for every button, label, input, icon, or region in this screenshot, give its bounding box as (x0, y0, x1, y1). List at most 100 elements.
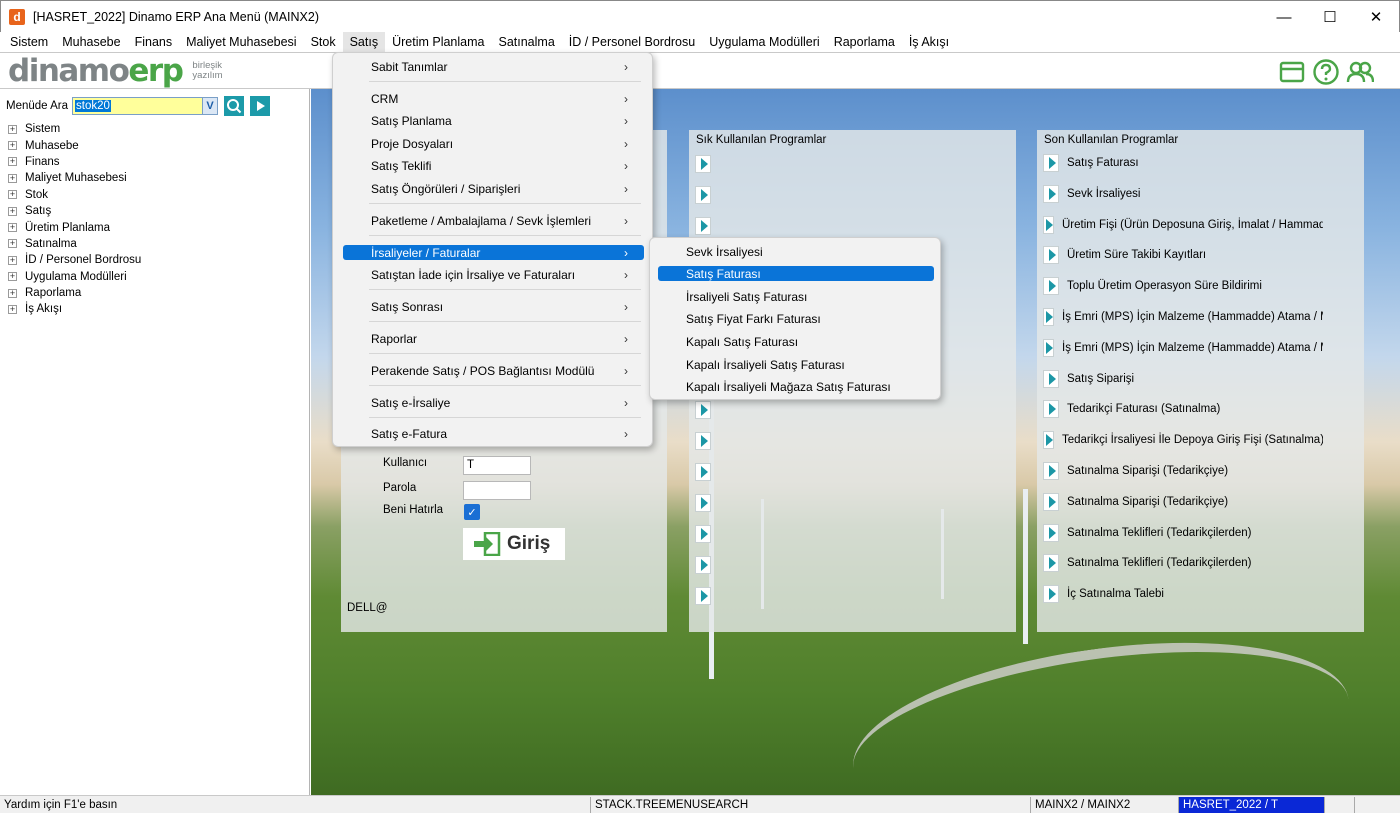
expand-icon[interactable]: + (8, 157, 17, 167)
expand-icon[interactable]: + (8, 124, 17, 134)
chevron-down-icon[interactable]: V (202, 98, 217, 114)
recent-item-button[interactable] (1043, 185, 1059, 203)
recent-item-label[interactable]: Satınalma Siparişi (Tedarikçiye) (1067, 496, 1228, 508)
recent-item-label[interactable]: Üretim Fişi (Ürün Deposuna Giriş, İmalat… (1062, 219, 1323, 231)
recent-item-button[interactable] (1043, 339, 1054, 357)
expand-icon[interactable]: + (8, 239, 17, 249)
recent-item-button[interactable] (1043, 277, 1059, 295)
recent-item[interactable]: Satış Siparişi (1043, 369, 1323, 389)
recent-item-label[interactable]: Tedarikçi İrsaliyesi İle Depoya Giriş Fi… (1062, 434, 1323, 446)
menu-item-satis-teklifi[interactable]: Satış Teklifi › (343, 158, 644, 173)
expand-icon[interactable]: + (8, 173, 17, 183)
recent-item[interactable]: Toplu Üretim Operasyon Süre Bildirimi (1043, 276, 1323, 296)
recent-item[interactable]: Sevk İrsaliyesi (1043, 184, 1323, 204)
menu-item-satistan-iade[interactable]: Satıştan İade için İrsaliye ve Faturalar… (343, 267, 644, 282)
menu-uygulama-modulleri[interactable]: Uygulama Modülleri (702, 32, 826, 52)
recent-item[interactable]: İç Satınalma Talebi (1043, 584, 1323, 604)
recent-item-button[interactable] (1043, 154, 1059, 172)
recent-item-button[interactable] (1043, 554, 1059, 572)
menu-muhasebe[interactable]: Muhasebe (55, 32, 127, 52)
menu-item-satis-e-irsaliye[interactable]: Satış e-İrsaliye › (343, 395, 644, 410)
recent-item-label[interactable]: Sevk İrsaliyesi (1067, 188, 1141, 200)
tree-item-finans[interactable]: + Finans (8, 154, 141, 170)
menu-item-satis-planlama[interactable]: Satış Planlama › (343, 113, 644, 128)
recent-item-label[interactable]: İş Emri (MPS) İçin Malzeme (Hammadde) At… (1062, 311, 1323, 323)
tree-item-maliyet-muhasebesi[interactable]: + Maliyet Muhasebesi (8, 170, 141, 186)
expand-icon[interactable]: + (8, 223, 17, 233)
recent-item-button[interactable] (1043, 585, 1059, 603)
recent-item[interactable]: İş Emri (MPS) İçin Malzeme (Hammadde) At… (1043, 338, 1323, 358)
menu-stok[interactable]: Stok (304, 32, 343, 52)
menu-satinalma[interactable]: Satınalma (491, 32, 561, 52)
recent-item-label[interactable]: Tedarikçi Faturası (Satınalma) (1067, 403, 1220, 415)
tree-item-uretim-planlama[interactable]: + Üretim Planlama (8, 219, 141, 235)
favorite-slot-button[interactable] (695, 401, 711, 419)
favorite-slot-button[interactable] (695, 463, 711, 481)
recent-item-label[interactable]: Üretim Süre Takibi Kayıtları (1067, 249, 1206, 261)
menu-satis[interactable]: Satış (342, 32, 386, 52)
user-input[interactable]: T (463, 456, 531, 475)
menu-item-crm[interactable]: CRM › (343, 91, 644, 106)
app-icon[interactable]: d (9, 8, 25, 25)
recent-item[interactable]: Üretim Süre Takibi Kayıtları (1043, 245, 1323, 265)
recent-item[interactable]: Satınalma Siparişi (Tedarikçiye) (1043, 492, 1323, 512)
recent-item-label[interactable]: Satınalma Teklifleri (Tedarikçilerden) (1067, 557, 1252, 569)
expand-icon[interactable]: + (8, 255, 17, 265)
favorite-slot-button[interactable] (695, 155, 711, 173)
recent-item[interactable]: Satış Faturası (1043, 153, 1323, 173)
search-button[interactable] (224, 96, 244, 116)
menu-item-sabit-tanimlar[interactable]: Sabit Tanımlar › (343, 59, 644, 74)
menu-item-satis-e-fatura[interactable]: Satış e-Fatura › (343, 426, 644, 441)
recent-item-label[interactable]: Satış Siparişi (1067, 373, 1134, 385)
menu-finans[interactable]: Finans (128, 32, 180, 52)
tree-item-stok[interactable]: + Stok (8, 187, 141, 203)
minimize-button[interactable]: — (1261, 1, 1307, 33)
menu-item-paketleme[interactable]: Paketleme / Ambalajlama / Sevk İşlemleri… (343, 213, 644, 228)
remember-me-checkbox[interactable]: ✓ (464, 504, 480, 520)
expand-icon[interactable]: + (8, 190, 17, 200)
favorite-slot-button[interactable] (695, 217, 711, 235)
window-layout-icon[interactable] (1278, 58, 1306, 86)
close-button[interactable]: ✕ (1353, 1, 1399, 33)
tree-item-satinalma[interactable]: + Satınalma (8, 236, 141, 252)
menu-maliyet-muhasebesi[interactable]: Maliyet Muhasebesi (179, 32, 303, 52)
help-icon[interactable] (1312, 58, 1340, 86)
users-icon[interactable] (1346, 58, 1374, 86)
submenu-item-kapali-satis-faturasi[interactable]: Kapalı Satış Faturası (658, 334, 934, 349)
recent-item[interactable]: Tedarikçi Faturası (Satınalma) (1043, 399, 1323, 419)
recent-item[interactable]: Satınalma Teklifleri (Tedarikçilerden) (1043, 523, 1323, 543)
tree-item-raporlama[interactable]: + Raporlama (8, 285, 141, 301)
password-input[interactable] (463, 481, 531, 500)
recent-item-button[interactable] (1043, 370, 1059, 388)
menu-item-raporlar[interactable]: Raporlar › (343, 331, 644, 346)
menu-item-perakende-satis[interactable]: Perakende Satış / POS Bağlantısı Modülü › (343, 363, 644, 378)
recent-item-button[interactable] (1043, 246, 1059, 264)
menu-raporlama[interactable]: Raporlama (827, 32, 902, 52)
recent-item-button[interactable] (1043, 308, 1054, 326)
recent-item-button[interactable] (1043, 216, 1054, 234)
recent-item-label[interactable]: Satış Faturası (1067, 157, 1139, 169)
submenu-item-sevk-irsaliyesi[interactable]: Sevk İrsaliyesi (658, 244, 934, 259)
favorite-slot-button[interactable] (695, 432, 711, 450)
menu-search-input[interactable]: stok20 V (72, 97, 218, 115)
recent-item-label[interactable]: Toplu Üretim Operasyon Süre Bildirimi (1067, 280, 1262, 292)
expand-icon[interactable]: + (8, 141, 17, 151)
tree-item-satis[interactable]: + Satış (8, 203, 141, 219)
favorite-slot-button[interactable] (695, 587, 711, 605)
tree-item-personel-bordrosu[interactable]: + İD / Personel Bordrosu (8, 252, 141, 268)
recent-item-button[interactable] (1043, 493, 1059, 511)
recent-item-button[interactable] (1043, 431, 1054, 449)
recent-item[interactable]: Tedarikçi İrsaliyesi İle Depoya Giriş Fi… (1043, 430, 1323, 450)
menu-item-satis-sonrasi[interactable]: Satış Sonrası › (343, 299, 644, 314)
tree-item-sistem[interactable]: + Sistem (8, 121, 141, 137)
recent-item-label[interactable]: İş Emri (MPS) İçin Malzeme (Hammadde) At… (1062, 342, 1323, 354)
expand-icon[interactable]: + (8, 272, 17, 282)
search-next-button[interactable] (250, 96, 270, 116)
tree-item-muhasebe[interactable]: + Muhasebe (8, 137, 141, 153)
favorite-slot-button[interactable] (695, 556, 711, 574)
recent-item-label[interactable]: Satınalma Siparişi (Tedarikçiye) (1067, 465, 1228, 477)
recent-item[interactable]: Üretim Fişi (Ürün Deposuna Giriş, İmalat… (1043, 215, 1323, 235)
submenu-item-irsaliyeli-satis-faturasi[interactable]: İrsaliyeli Satış Faturası (658, 289, 934, 304)
favorite-slot-button[interactable] (695, 186, 711, 204)
expand-icon[interactable]: + (8, 206, 17, 216)
